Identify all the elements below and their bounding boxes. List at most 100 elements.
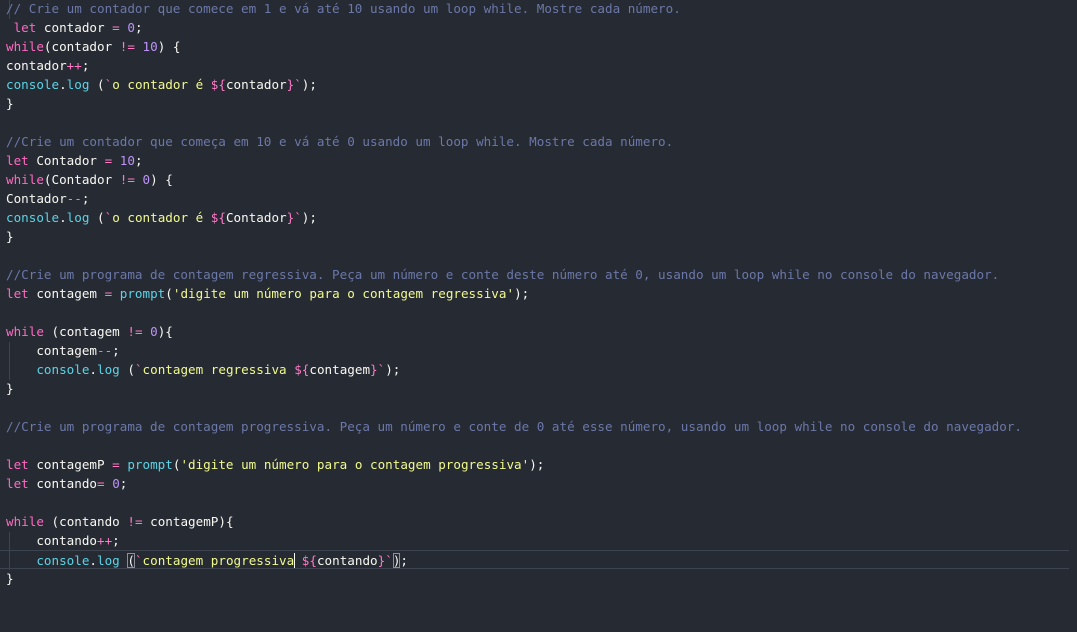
code-token-punct: ); xyxy=(514,286,530,301)
code-token-ident xyxy=(6,362,36,377)
code-token-func: prompt xyxy=(119,286,166,301)
code-line[interactable]: console.log (`o contador é ${Contador}`)… xyxy=(6,208,1077,227)
code-editor[interactable]: // Crie um contador que comece em 1 e vá… xyxy=(0,0,1077,632)
code-token-func: console xyxy=(6,77,60,92)
code-token-keyword: let xyxy=(6,153,29,168)
code-token-number: 0 xyxy=(150,324,158,339)
code-token-operator: ${ xyxy=(210,77,226,92)
code-token-operator: }` xyxy=(286,210,302,225)
code-line[interactable]: //Crie um contador que começa em 10 e vá… xyxy=(6,132,1077,151)
code-line[interactable]: let contador = 0; xyxy=(6,18,1077,37)
code-token-punct: ){ xyxy=(218,514,234,529)
code-token-func: log xyxy=(66,77,90,92)
code-line[interactable]: console.log (`contagem regressiva ${cont… xyxy=(6,360,1077,379)
code-token-comment: // Crie um contador que comece em 1 e vá… xyxy=(6,1,681,16)
code-line[interactable]: } xyxy=(6,227,1077,246)
code-line[interactable]: } xyxy=(6,569,1077,588)
code-token-operator: != xyxy=(119,39,135,54)
code-line[interactable] xyxy=(6,436,1077,455)
code-line[interactable]: while (contando != contagemP){ xyxy=(6,512,1077,531)
code-line[interactable]: // Crie um contador que comece em 1 e vá… xyxy=(6,0,1077,18)
code-token-func: log xyxy=(97,553,120,568)
code-token-string: 'digite um número para o contagem progre… xyxy=(180,457,530,472)
code-token-operator: }` xyxy=(286,77,302,92)
code-token-func: log xyxy=(97,362,120,377)
code-token-punct: . xyxy=(89,553,98,568)
code-token-punct: ; xyxy=(81,58,90,73)
code-token-punct: ( xyxy=(51,514,60,529)
code-line[interactable]: } xyxy=(6,379,1077,398)
code-line[interactable]: while(contador != 10) { xyxy=(6,37,1077,56)
code-line[interactable]: console.log (`o contador é ${contador}`)… xyxy=(6,75,1077,94)
code-line[interactable] xyxy=(6,303,1077,322)
code-token-ident xyxy=(6,553,36,568)
code-token-punct: . xyxy=(59,210,67,225)
code-token-ident: contador xyxy=(36,20,113,35)
code-token-number: 10 xyxy=(142,39,158,54)
code-token-keyword: while xyxy=(6,39,44,54)
code-token-ident xyxy=(112,153,120,168)
code-line[interactable]: let Contador = 10; xyxy=(6,151,1077,170)
code-token-punct: ; xyxy=(112,343,120,358)
code-token-operator: = xyxy=(97,476,105,491)
code-token-number: 0 xyxy=(142,172,151,187)
code-token-punct: . xyxy=(89,362,98,377)
code-token-string: contagem progressiva xyxy=(142,553,295,568)
code-line[interactable] xyxy=(6,398,1077,417)
code-token-punct: ; xyxy=(119,476,128,491)
code-token-punct: . xyxy=(59,77,67,92)
code-token-operator: != xyxy=(127,324,143,339)
code-line[interactable]: while (contagem != 0){ xyxy=(6,322,1077,341)
code-token-punct: } xyxy=(6,229,14,244)
code-line[interactable]: //Crie um programa de contagem regressiv… xyxy=(6,265,1077,284)
code-token-number: 0 xyxy=(127,20,135,35)
code-line-current[interactable]: console.log (`contagem progressiva ${con… xyxy=(0,550,1069,569)
code-token-string xyxy=(294,553,302,568)
code-line[interactable]: let contagem = prompt('digite um número … xyxy=(6,284,1077,303)
code-token-operator: ${ xyxy=(294,362,310,377)
code-token-number: 0 xyxy=(112,476,120,491)
code-line[interactable]: //Crie um programa de contagem progressi… xyxy=(6,417,1077,436)
code-token-punct: ( xyxy=(127,553,135,568)
code-token-punct: ; xyxy=(400,553,408,568)
code-token-punct: ( xyxy=(43,39,52,54)
code-token-punct: ( xyxy=(165,286,173,301)
code-token-punct: } xyxy=(6,571,14,586)
code-line[interactable]: contador++; xyxy=(6,56,1077,75)
code-token-ident xyxy=(89,210,97,225)
code-token-punct: ( xyxy=(51,324,60,339)
code-token-ident: contando xyxy=(6,533,97,548)
code-token-keyword: while xyxy=(6,324,44,339)
code-token-ident: Contador xyxy=(51,172,120,187)
code-line[interactable]: let contando= 0; xyxy=(6,474,1077,493)
code-token-func: console xyxy=(36,362,90,377)
code-token-operator: ${ xyxy=(301,553,317,568)
code-token-operator: }` xyxy=(370,362,386,377)
code-token-punct: ); xyxy=(301,77,317,92)
code-token-keyword: while xyxy=(6,514,44,529)
code-line[interactable]: while(Contador != 0) { xyxy=(6,170,1077,189)
code-token-ident: contador xyxy=(51,39,120,54)
code-line[interactable]: } xyxy=(6,94,1077,113)
code-token-punct: ( xyxy=(43,172,52,187)
code-line[interactable]: Contador--; xyxy=(6,189,1077,208)
code-token-comment: //Crie um programa de contagem progressi… xyxy=(6,419,1022,434)
code-token-operator: -- xyxy=(97,343,113,358)
code-token-operator: ` xyxy=(134,362,143,377)
code-token-string: 'digite um número para o contagem regres… xyxy=(172,286,515,301)
code-token-ident xyxy=(135,39,143,54)
code-token-punct: ; xyxy=(134,153,143,168)
code-token-ident: contando xyxy=(59,514,128,529)
code-line[interactable] xyxy=(6,493,1077,512)
code-line[interactable] xyxy=(6,113,1077,132)
code-token-punct: ; xyxy=(134,20,143,35)
code-token-ident xyxy=(6,20,14,35)
code-token-ident xyxy=(44,324,52,339)
code-token-operator: != xyxy=(127,514,143,529)
code-line[interactable]: contagem--; xyxy=(6,341,1077,360)
code-token-comment: //Crie um contador que começa em 10 e vá… xyxy=(6,134,674,149)
code-line[interactable]: let contagemP = prompt('digite um número… xyxy=(6,455,1077,474)
code-line[interactable] xyxy=(6,246,1077,265)
code-token-operator: ${ xyxy=(210,210,226,225)
code-line[interactable]: contando++; xyxy=(6,531,1077,550)
